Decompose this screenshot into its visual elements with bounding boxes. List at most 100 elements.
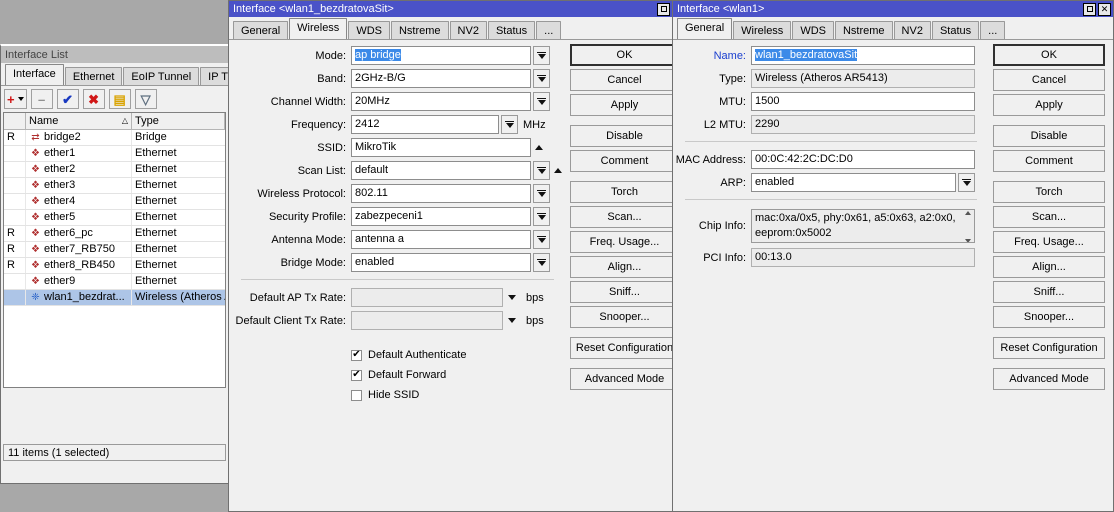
freq-usage-button[interactable]: Freq. Usage... (993, 231, 1105, 253)
interface-table[interactable]: Name △ Type R ⇄ bridge2 Bridge ❖ ether1 Ethern… (3, 112, 226, 388)
input-security-profile[interactable]: zabezpeceni1 (351, 207, 531, 226)
chevron-down-icon[interactable] (964, 239, 971, 242)
checkbox-default-authenticate[interactable] (351, 349, 362, 361)
table-row[interactable]: ❖ ether2 Ethernet (4, 162, 225, 178)
dropdown-button-wireless-protocol[interactable] (533, 184, 550, 203)
table-row[interactable]: R ❖ ether6_pc Ethernet (4, 226, 225, 242)
maximize-button[interactable] (1083, 2, 1096, 16)
tab-general[interactable]: General (233, 21, 289, 39)
input-frequency[interactable]: 2412 (351, 115, 499, 134)
tab-nv2[interactable]: NV2 (893, 21, 931, 39)
table-row[interactable]: ❖ ether4 Ethernet (4, 194, 225, 210)
input-arp[interactable]: enabled (751, 173, 956, 192)
align-button[interactable]: Align... (570, 256, 679, 278)
tab-status[interactable]: Status (931, 21, 980, 39)
cancel-button[interactable]: Cancel (993, 69, 1105, 91)
tab-nstreme[interactable]: Nstreme (390, 21, 449, 39)
dropdown-button-bridge-mode[interactable] (533, 253, 550, 272)
tab-eoip-tunnel[interactable]: EoIP Tunnel (123, 67, 200, 85)
dropdown-button-frequency[interactable] (501, 115, 518, 134)
dropdown-button-channel-width[interactable] (533, 92, 550, 111)
table-row[interactable]: ❖ ether9 Ethernet (4, 274, 225, 290)
disable-button[interactable]: Disable (570, 125, 679, 147)
table-row[interactable]: R ⇄ bridge2 Bridge (4, 130, 225, 146)
tab-ethernet[interactable]: Ethernet (64, 67, 123, 85)
column-type[interactable]: Type (132, 113, 225, 129)
disable-button[interactable]: ✖ (82, 89, 105, 109)
column-name[interactable]: Name △ (26, 113, 132, 129)
checkbox-default-forward[interactable] (351, 369, 362, 381)
input-mode[interactable]: ap bridge (351, 46, 531, 65)
input-default-ap-tx-rate[interactable] (351, 288, 503, 307)
input-l2-mtu[interactable]: 2290 (751, 115, 975, 134)
table-row[interactable]: R ❖ ether8_RB450 Ethernet (4, 258, 225, 274)
maximize-button[interactable] (657, 2, 670, 16)
comment-button[interactable]: Comment (993, 150, 1105, 172)
snooper-button[interactable]: Snooper... (570, 306, 679, 328)
advanced-mode-button[interactable]: Advanced Mode (993, 368, 1105, 390)
dropdown-button-band[interactable] (533, 69, 550, 88)
scan-button[interactable]: Scan... (993, 206, 1105, 228)
input-bridge-mode[interactable]: enabled (351, 253, 531, 272)
apply-button[interactable]: Apply (570, 94, 679, 116)
remove-button[interactable]: – (30, 89, 53, 109)
apply-button[interactable]: Apply (993, 94, 1105, 116)
enable-button[interactable]: ✔ (56, 89, 79, 109)
tab-nstreme[interactable]: Nstreme (834, 21, 893, 39)
input-pci-info[interactable]: 00:13.0 (751, 248, 975, 267)
sniff-button[interactable]: Sniff... (993, 281, 1105, 303)
filter-button[interactable]: ▽ (134, 89, 157, 109)
add-button[interactable]: + (4, 89, 27, 109)
disable-button[interactable]: Disable (993, 125, 1105, 147)
sniff-button[interactable]: Sniff... (570, 281, 679, 303)
input-mtu[interactable]: 1500 (751, 92, 975, 111)
table-row[interactable]: R ❖ ether7_RB750 Ethernet (4, 242, 225, 258)
checkbox-row-default-authenticate[interactable]: Default Authenticate (351, 346, 566, 364)
table-row[interactable]: ❈ wlan1_bezdrat... Wireless (Atheros A (4, 290, 225, 306)
checkbox-hide-ssid[interactable] (351, 389, 362, 401)
ok-button[interactable]: OK (993, 44, 1105, 66)
input-chip-info[interactable]: mac:0xa/0x5, phy:0x61, a5:0x63, a2:0x0, … (751, 209, 975, 243)
input-wireless-protocol[interactable]: 802.11 (351, 184, 531, 203)
tab-general[interactable]: General (677, 18, 733, 39)
tab-nv2[interactable]: NV2 (449, 21, 487, 39)
tab-interface[interactable]: Interface (5, 64, 64, 85)
interface-list-titlebar[interactable]: Interface List (1, 46, 228, 63)
dropdown-button-mode[interactable] (533, 46, 550, 65)
tab-wds[interactable]: WDS (792, 21, 834, 39)
advanced-mode-button[interactable]: Advanced Mode (570, 368, 679, 390)
reset-configuration-button[interactable]: Reset Configuration (993, 337, 1105, 359)
dropdown-button-scan-list[interactable] (533, 161, 550, 180)
scan-button[interactable]: Scan... (570, 206, 679, 228)
reset-configuration-button[interactable]: Reset Configuration (570, 337, 679, 359)
input-default-client-tx-rate[interactable] (351, 311, 503, 330)
snooper-button[interactable]: Snooper... (993, 306, 1105, 328)
tab-[interactable]: ... (980, 21, 1006, 39)
table-row[interactable]: ❖ ether3 Ethernet (4, 178, 225, 194)
input-channel-width[interactable]: 20MHz (351, 92, 531, 111)
tab-wireless[interactable]: Wireless (289, 18, 348, 39)
dropdown-button-antenna-mode[interactable] (533, 230, 550, 249)
input-name[interactable]: wlan1_bezdratovaSit (751, 46, 975, 65)
table-row[interactable]: ❖ ether1 Ethernet (4, 146, 225, 162)
collapse-button-scan-list[interactable] (550, 168, 566, 173)
dropdown-button-default-ap-tx-rate[interactable] (503, 295, 521, 300)
table-row[interactable]: ❖ ether5 Ethernet (4, 210, 225, 226)
input-antenna-mode[interactable]: antenna a (351, 230, 531, 249)
checkbox-row-default-forward[interactable]: Default Forward (351, 366, 566, 384)
cancel-button[interactable]: Cancel (570, 69, 679, 91)
torch-button[interactable]: Torch (570, 181, 679, 203)
column-flag[interactable] (4, 113, 26, 129)
align-button[interactable]: Align... (993, 256, 1105, 278)
dropdown-button-arp[interactable] (958, 173, 975, 192)
comment-button[interactable]: ▤ (108, 89, 131, 109)
scroll-arrows[interactable] (962, 211, 973, 242)
dropdown-button-default-client-tx-rate[interactable] (503, 318, 521, 323)
chevron-up-icon[interactable] (964, 211, 971, 215)
freq-usage-button[interactable]: Freq. Usage... (570, 231, 679, 253)
tab-status[interactable]: Status (487, 21, 536, 39)
input-ssid[interactable]: MikroTik (351, 138, 531, 157)
input-band[interactable]: 2GHz-B/G (351, 69, 531, 88)
tab-wds[interactable]: WDS (348, 21, 390, 39)
tab-[interactable]: ... (536, 21, 562, 39)
